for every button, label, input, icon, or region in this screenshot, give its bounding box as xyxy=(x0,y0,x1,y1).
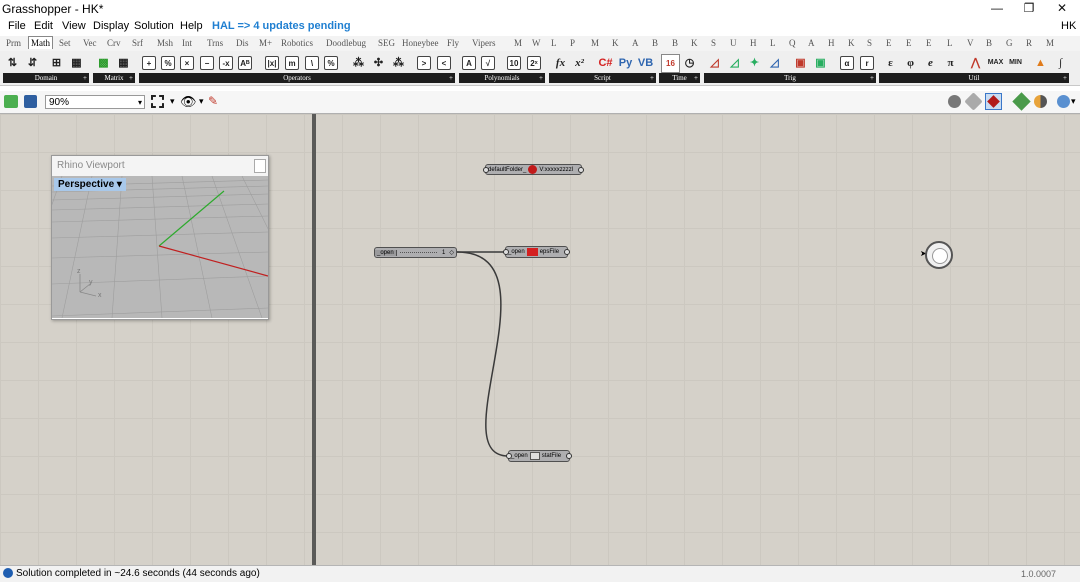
perspective-view-menu[interactable]: Perspective ▾ xyxy=(54,178,126,191)
axis-label-x: x xyxy=(98,292,102,299)
axis-label-y: y xyxy=(89,279,93,286)
perspective-label: Perspective xyxy=(58,179,115,190)
stat-file-icon xyxy=(529,452,540,460)
radial-menu-inner xyxy=(932,248,948,264)
viewport-grid xyxy=(52,176,268,318)
rhino-viewport-window[interactable]: Rhino Viewport Perspective ▾ z y x xyxy=(51,155,269,320)
default-folder-output: V:xxxxxzzzzl xyxy=(539,166,574,173)
input-port[interactable] xyxy=(483,167,489,173)
input-port[interactable] xyxy=(503,249,509,255)
slider-label: _open xyxy=(375,249,397,256)
status-text: Solution completed in ~24.6 seconds (44 … xyxy=(16,568,260,579)
input-port[interactable] xyxy=(506,453,512,459)
output-port[interactable] xyxy=(566,453,572,459)
eps-file-component[interactable]: _open epsFile xyxy=(503,246,570,258)
close-viewport-button[interactable] xyxy=(254,159,266,173)
slider-grip-icon[interactable]: ◇ xyxy=(447,249,456,256)
status-bar: Solution completed in ~24.6 seconds (44 … xyxy=(0,565,1080,582)
eps-input-label: _open xyxy=(508,249,525,255)
output-port[interactable] xyxy=(564,249,570,255)
default-folder-label: defaultFolder_ xyxy=(488,166,527,173)
slider-track[interactable] xyxy=(399,251,438,254)
perspective-view[interactable]: Perspective ▾ z y x xyxy=(52,176,268,318)
default-folder-component[interactable]: defaultFolder_ V:xxxxxzzzzl xyxy=(483,164,584,175)
radial-menu-button[interactable] xyxy=(925,241,953,269)
eps-file-icon xyxy=(526,248,538,256)
slider-value: 1 xyxy=(442,249,446,256)
component-red-icon xyxy=(528,165,538,174)
rhino-viewport-title: Rhino Viewport xyxy=(52,156,268,176)
stat-input-label: _open xyxy=(511,453,528,459)
number-slider[interactable]: _open 1 ◇ xyxy=(374,247,457,258)
wire-slider-to-stat xyxy=(456,251,509,457)
status-icon[interactable] xyxy=(3,568,13,578)
version-label: 1.0.0007 xyxy=(1020,569,1056,579)
stat-file-component[interactable]: _open statFile xyxy=(506,450,572,462)
stat-output-label: statFile xyxy=(541,453,562,459)
axis-label-z: z xyxy=(77,268,81,275)
output-port[interactable] xyxy=(578,167,584,173)
eps-output-label: epsFile xyxy=(539,249,560,255)
